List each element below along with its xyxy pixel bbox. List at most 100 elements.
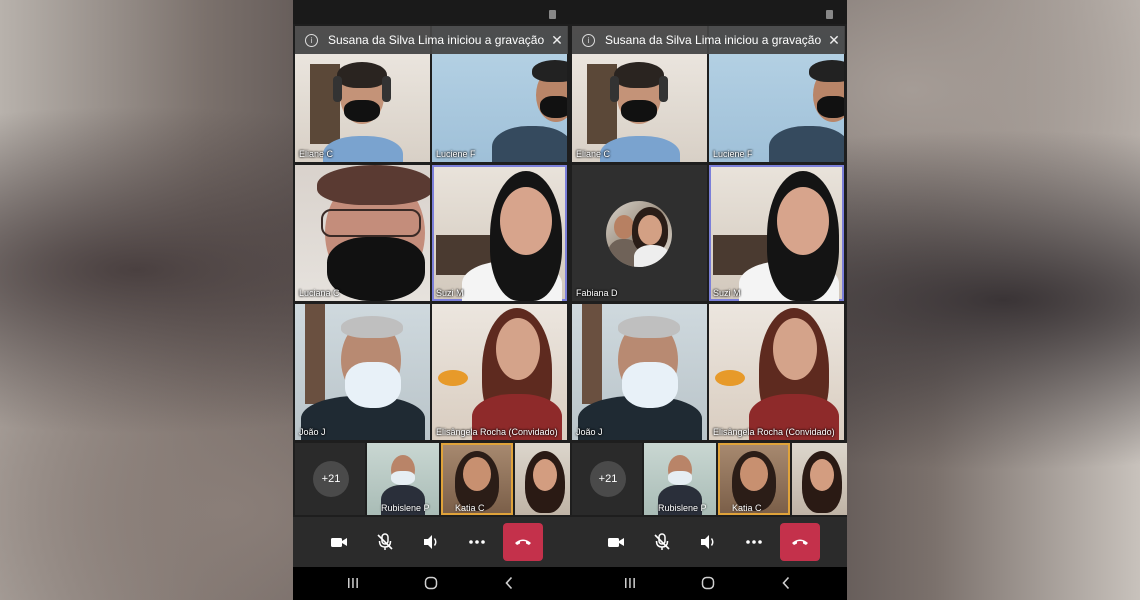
participant-name: Elisângela Rocha (Convidado) bbox=[436, 427, 558, 437]
participant-name: Elisângela Rocha (Convidado) bbox=[713, 427, 835, 437]
participant-face bbox=[777, 187, 829, 255]
participant-face bbox=[496, 318, 540, 380]
home-icon[interactable] bbox=[419, 573, 443, 593]
info-icon: i bbox=[305, 33, 318, 47]
headphone-left bbox=[333, 76, 342, 102]
recording-banner: i Susana da Silva Lima iniciou a gravaçã… bbox=[295, 26, 568, 54]
back-icon[interactable] bbox=[497, 573, 521, 593]
video-tile-joao[interactable]: João J bbox=[295, 304, 430, 440]
participant-name: João J bbox=[576, 427, 603, 437]
participant-name: Fabiana D bbox=[576, 288, 618, 298]
video-tile-suzi[interactable]: Suzi M bbox=[432, 165, 567, 301]
participant-body bbox=[323, 136, 403, 162]
participant-hair bbox=[809, 60, 844, 82]
participant-name: Rubislene P bbox=[381, 503, 430, 513]
participant-name: Luciana C bbox=[299, 288, 340, 298]
overflow-participants[interactable]: +21 bbox=[295, 443, 365, 515]
participant-name: Luciene F bbox=[713, 149, 753, 159]
speaker-icon[interactable] bbox=[418, 529, 444, 555]
status-bar bbox=[570, 0, 847, 24]
thumbnail-rubislene[interactable]: Rubislene P bbox=[644, 443, 716, 515]
participant-body bbox=[769, 126, 844, 162]
recording-banner-text: Susana da Silva Lima iniciou a gravação bbox=[328, 33, 545, 47]
face-mask bbox=[622, 362, 678, 408]
video-tile-elisangela[interactable]: Elisângela Rocha (Convidado) bbox=[432, 304, 567, 440]
participant-name: Eliane C bbox=[299, 149, 334, 159]
flower-vase bbox=[715, 370, 745, 386]
call-controls bbox=[570, 517, 847, 567]
face-mask bbox=[540, 96, 567, 118]
flower-vase bbox=[438, 370, 468, 386]
camera-icon[interactable] bbox=[326, 529, 352, 555]
android-navigation-bar bbox=[570, 567, 847, 600]
recording-banner-text: Susana da Silva Lima iniciou a gravação bbox=[605, 33, 822, 47]
participant-body bbox=[492, 126, 567, 162]
close-icon[interactable]: ✕ bbox=[823, 32, 845, 49]
participant-face bbox=[500, 187, 552, 255]
speaker-icon[interactable] bbox=[695, 529, 721, 555]
participant-hair bbox=[341, 316, 403, 338]
door-frame bbox=[582, 304, 602, 404]
headphone-right bbox=[382, 76, 391, 102]
overflow-participants[interactable]: +21 bbox=[572, 443, 642, 515]
hangup-icon bbox=[515, 539, 531, 545]
participant-name: Eliane C bbox=[576, 149, 611, 159]
participant-thumbnail-row: +21 Rubislene P Katia C bbox=[570, 443, 847, 517]
video-tile-elisangela[interactable]: Elisângela Rocha (Convidado) bbox=[709, 304, 844, 440]
hangup-button[interactable] bbox=[780, 523, 820, 561]
participant-thumbnail-row: +21 Rubislene P Katia C bbox=[293, 443, 570, 517]
mic-off-icon[interactable] bbox=[372, 529, 398, 555]
participant-hair bbox=[614, 62, 664, 88]
home-icon[interactable] bbox=[696, 573, 720, 593]
thumbnail-unnamed[interactable] bbox=[792, 443, 847, 515]
face-mask bbox=[344, 100, 380, 122]
recents-icon[interactable] bbox=[341, 573, 365, 593]
thumbnail-katia[interactable]: Katia C bbox=[718, 443, 790, 515]
participant-name: Katia C bbox=[455, 503, 485, 513]
participant-name: Katia C bbox=[732, 503, 762, 513]
avatar-face-2 bbox=[638, 215, 662, 245]
phone-screen-left: i Susana da Silva Lima iniciou a gravaçã… bbox=[293, 0, 570, 600]
status-bar bbox=[293, 0, 570, 24]
participant-name: Luciene F bbox=[436, 149, 476, 159]
participant-hair bbox=[317, 165, 430, 205]
avatar-body-2 bbox=[634, 245, 670, 267]
participant-name: Suzi M bbox=[713, 288, 741, 298]
video-tile-luciana[interactable]: Luciana C bbox=[295, 165, 430, 301]
mic-off-icon[interactable] bbox=[649, 529, 675, 555]
headphone-left bbox=[610, 76, 619, 102]
more-icon[interactable] bbox=[741, 529, 767, 555]
participant-face bbox=[773, 318, 817, 380]
participant-name: Suzi M bbox=[436, 288, 464, 298]
video-tile-joao[interactable]: João J bbox=[572, 304, 707, 440]
battery-icon bbox=[549, 10, 556, 19]
face-mask bbox=[817, 96, 844, 118]
hangup-button[interactable] bbox=[503, 523, 543, 561]
video-tile-fabiana[interactable]: Fabiana D bbox=[572, 165, 707, 301]
back-icon[interactable] bbox=[774, 573, 798, 593]
participant-face bbox=[533, 459, 557, 491]
phone-screen-right: i Susana da Silva Lima iniciou a gravaçã… bbox=[570, 0, 847, 600]
call-controls bbox=[293, 517, 570, 567]
close-icon[interactable]: ✕ bbox=[546, 32, 568, 49]
recording-banner: i Susana da Silva Lima iniciou a gravaçã… bbox=[572, 26, 845, 54]
participant-body bbox=[600, 136, 680, 162]
thumbnail-unnamed[interactable] bbox=[515, 443, 570, 515]
recents-icon[interactable] bbox=[618, 573, 642, 593]
thumbnail-katia[interactable]: Katia C bbox=[441, 443, 513, 515]
participant-name: Rubislene P bbox=[658, 503, 707, 513]
battery-icon bbox=[826, 10, 833, 19]
participant-face bbox=[740, 457, 768, 491]
face-mask bbox=[668, 471, 692, 485]
thumbnail-rubislene[interactable]: Rubislene P bbox=[367, 443, 439, 515]
camera-icon[interactable] bbox=[603, 529, 629, 555]
overflow-count: +21 bbox=[313, 461, 349, 497]
profile-avatar bbox=[606, 201, 672, 267]
video-tile-suzi[interactable]: Suzi M bbox=[709, 165, 844, 301]
participant-hair bbox=[532, 60, 567, 82]
more-icon[interactable] bbox=[464, 529, 490, 555]
avatar-face-1 bbox=[614, 215, 634, 239]
participant-face bbox=[463, 457, 491, 491]
participant-name: João J bbox=[299, 427, 326, 437]
overflow-count: +21 bbox=[590, 461, 626, 497]
